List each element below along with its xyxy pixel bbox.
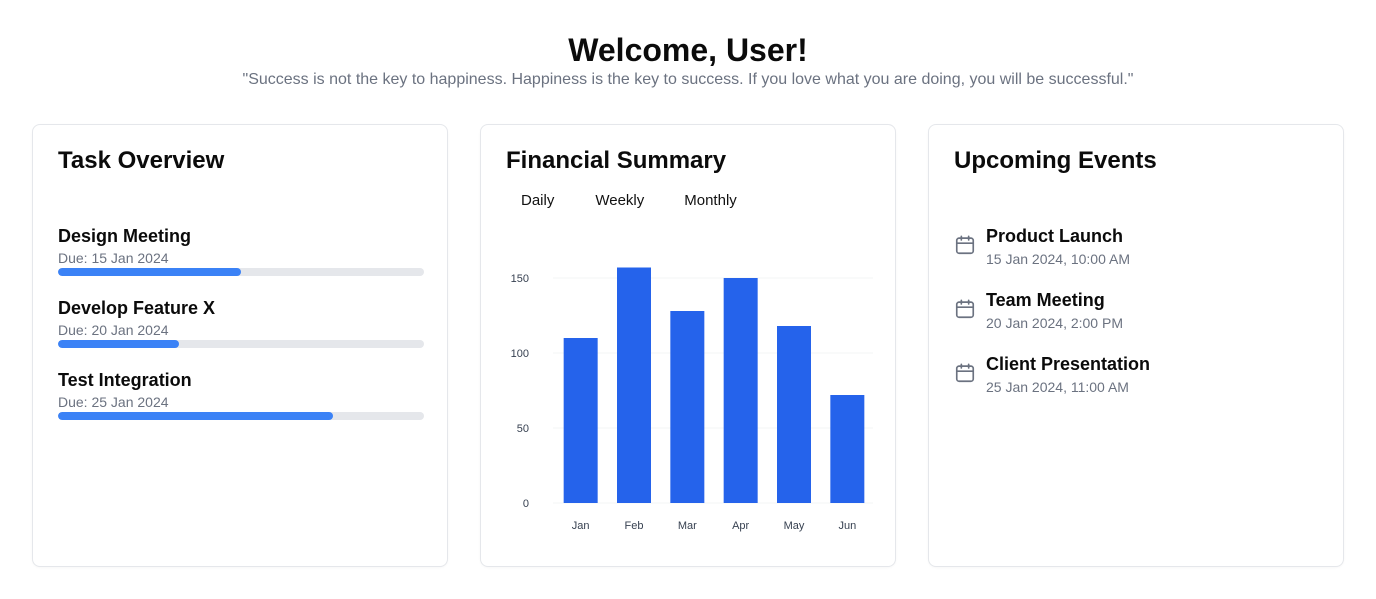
task-overview-card: Task Overview Design Meeting Due: 15 Jan… [32,124,448,567]
task-name: Design Meeting [58,226,192,246]
chart-bar-jun[interactable] [830,395,865,503]
event-name: Client Presentation [986,354,1151,374]
upcoming-events-card: Upcoming Events Product Launch 15 Jan 20… [928,124,1344,567]
task-item[interactable]: Test Integration Due: 25 Jan 2024 [58,369,424,420]
task-progress-fill [58,412,333,420]
x-tick-label: Mar [678,520,697,532]
page-title: Welcome, User! [568,32,808,68]
task-due-date: Due: 20 Jan 2024 [58,322,169,338]
x-tick-label: Jan [572,520,590,532]
event-item[interactable]: Client Presentation 25 Jan 2024, 11:00 A… [954,353,1320,397]
event-time: 20 Jan 2024, 2:00 PM [986,315,1123,331]
financial-bar-chart: 0 50 100 150 Jan Feb Mar Apr May Jun [511,267,873,532]
task-due-date: Due: 15 Jan 2024 [58,250,169,266]
x-tick-label: Feb [625,520,644,532]
y-tick-label: 150 [511,273,529,285]
calendar-icon [955,235,975,255]
event-name: Product Launch [986,226,1124,246]
task-progress-track [58,268,424,276]
event-name: Team Meeting [986,290,1105,310]
financial-summary-card: Financial Summary Daily Weekly Monthly 0… [480,124,896,567]
calendar-icon [955,363,975,383]
task-name: Develop Feature X [58,298,216,318]
upcoming-events-title: Upcoming Events [954,147,1157,174]
x-tick-label: Jun [838,520,856,532]
quote-text: "Success is not the key to happiness. Ha… [242,71,1134,88]
x-tick-label: May [784,520,805,532]
event-time: 15 Jan 2024, 10:00 AM [986,251,1130,267]
chart-bar-jan[interactable] [563,338,598,503]
chart-bar-may[interactable] [777,326,811,503]
chart-bar-apr[interactable] [723,278,758,503]
task-item[interactable]: Design Meeting Due: 15 Jan 2024 [58,225,424,276]
chart-bar-feb[interactable] [617,267,651,504]
y-tick-label: 50 [517,423,529,435]
task-name: Test Integration [58,370,192,390]
task-overview-title: Task Overview [58,147,225,174]
task-progress-track [58,412,424,420]
y-tick-label: 100 [511,348,529,360]
chart-bar-mar[interactable] [670,311,705,503]
y-tick-label: 0 [523,498,529,510]
page-header: Welcome, User! "Success is not the key t… [0,30,1376,90]
calendar-icon [955,299,975,319]
event-item[interactable]: Product Launch 15 Jan 2024, 10:00 AM [954,225,1320,269]
task-due-date: Due: 25 Jan 2024 [58,394,169,410]
task-item[interactable]: Develop Feature X Due: 20 Jan 2024 [58,297,424,348]
x-tick-label: Apr [732,520,749,532]
event-item[interactable]: Team Meeting 20 Jan 2024, 2:00 PM [954,289,1320,333]
task-progress-track [58,340,424,348]
task-progress-fill [58,340,179,348]
task-progress-fill [58,268,241,276]
event-time: 25 Jan 2024, 11:00 AM [986,379,1129,395]
